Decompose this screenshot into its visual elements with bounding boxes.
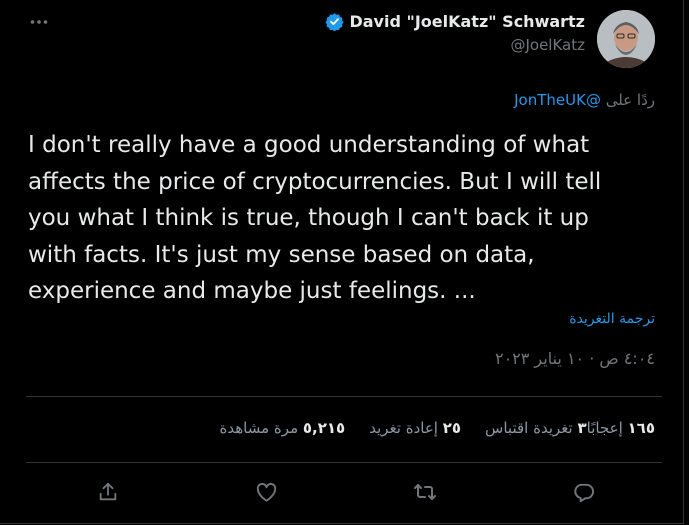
more-horizontal-icon [30,20,48,24]
like-button[interactable] [255,480,279,504]
stat-retweets[interactable]: ٢٥ إعادة تغريد [369,419,461,437]
views-label: مرة مشاهدة [219,419,299,437]
verified-badge-icon [325,13,345,31]
stat-likes[interactable]: ١٦٥ إعجابًا [587,419,655,437]
retweet-button[interactable] [413,480,437,504]
tweet-card: David "JoelKatz" Schwartz @JoelKatz ردًا… [0,0,684,524]
stat-quotes[interactable]: ٣ تغريدة اقتباس [485,419,587,437]
tweet-stats: ٥,٢١٥ مرة مشاهدة ٢٥ إعادة تغريد ٣ تغريدة… [196,419,655,437]
views-count: ٥,٢١٥ [302,419,346,437]
stat-views[interactable]: ٥,٢١٥ مرة مشاهدة [220,419,346,437]
translate-tweet-link[interactable]: ترجمة التغريدة [569,311,655,327]
quotes-label: تغريدة اقتباس [485,419,573,437]
heart-icon [256,482,277,502]
retweets-count: ٢٥ [442,419,462,437]
reply-mention-link[interactable]: @JonTheUK [514,91,601,109]
divider [26,462,662,463]
author-names: David "JoelKatz" Schwartz @JoelKatz [325,12,585,54]
reply-prefix: ردًا على [605,91,655,109]
likes-count: ١٦٥ [627,419,655,437]
tweet-actions [96,480,596,504]
tweet-text: I don't really have a good understanding… [28,132,602,304]
quotes-count: ٣ [577,419,587,437]
likes-label: إعجابًا [586,419,623,437]
retweets-label: إعادة تغريد [369,419,438,437]
author-handle[interactable]: @JoelKatz [325,36,585,54]
more-options-button[interactable] [26,9,52,35]
divider [26,396,662,397]
tweet-header: David "JoelKatz" Schwartz @JoelKatz [325,10,655,68]
avatar[interactable] [597,10,655,68]
tweet-timestamp[interactable]: ٤:٠٤ ص · ١٠ يناير ٢٠٢٣ [495,349,655,368]
reply-button[interactable] [572,480,596,504]
share-button[interactable] [96,480,120,504]
author-display-name[interactable]: David "JoelKatz" Schwartz [349,12,585,31]
name-row: David "JoelKatz" Schwartz [325,12,585,31]
reply-context: ردًا على @JonTheUK [514,91,655,109]
reply-icon [574,483,595,502]
retweet-icon [414,484,437,500]
share-icon [99,482,117,501]
